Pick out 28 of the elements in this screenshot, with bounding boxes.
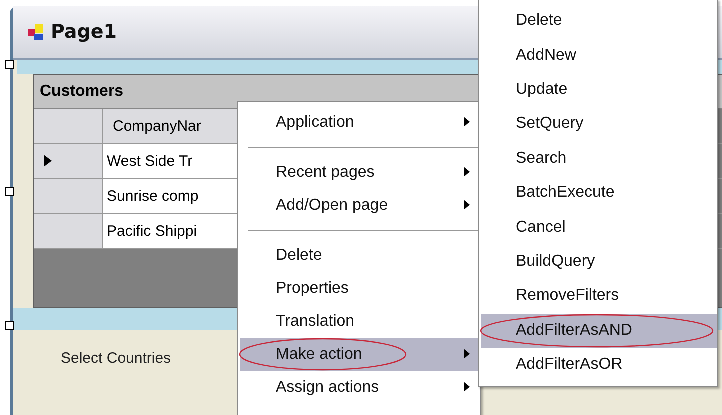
menu-item[interactable]: BatchExecute	[481, 176, 717, 210]
row-header[interactable]	[34, 144, 103, 178]
menu-item[interactable]: Update	[481, 72, 717, 108]
app-icon	[27, 23, 45, 41]
menu-item[interactable]: Translation	[240, 305, 480, 338]
menu-item[interactable]: Assign actions	[240, 371, 480, 404]
menu-item[interactable]: Cancel	[481, 210, 717, 245]
field-label: Select Countries	[61, 350, 172, 367]
submenu-arrow-icon	[464, 200, 470, 210]
resize-handle[interactable]	[5, 187, 14, 196]
menu-item[interactable]: Search	[481, 142, 717, 176]
menu-item[interactable]: BuildQuery	[481, 244, 717, 280]
menu-item[interactable]: Properties	[240, 272, 480, 305]
submenu-arrow-icon	[464, 349, 470, 359]
submenu-arrow-icon	[464, 382, 470, 392]
menu-item[interactable]: RemoveFilters	[481, 279, 717, 314]
menu-item[interactable]: Make action	[240, 338, 480, 371]
submenu-arrow-icon	[464, 117, 470, 127]
current-row-icon	[44, 155, 52, 167]
submenu-arrow-icon	[464, 167, 470, 177]
resize-handle[interactable]	[5, 321, 14, 330]
menu-item[interactable]: AddFilterAsAND	[481, 314, 717, 348]
menu-item[interactable]: Delete	[481, 4, 717, 38]
menu-item[interactable]: AddFilterAsOR	[481, 348, 717, 382]
menu-item[interactable]: SetQuery	[481, 107, 717, 142]
window-title: Page1	[51, 21, 117, 43]
menu-item[interactable]: AddNew	[481, 38, 717, 73]
resize-handle[interactable]	[5, 60, 14, 69]
